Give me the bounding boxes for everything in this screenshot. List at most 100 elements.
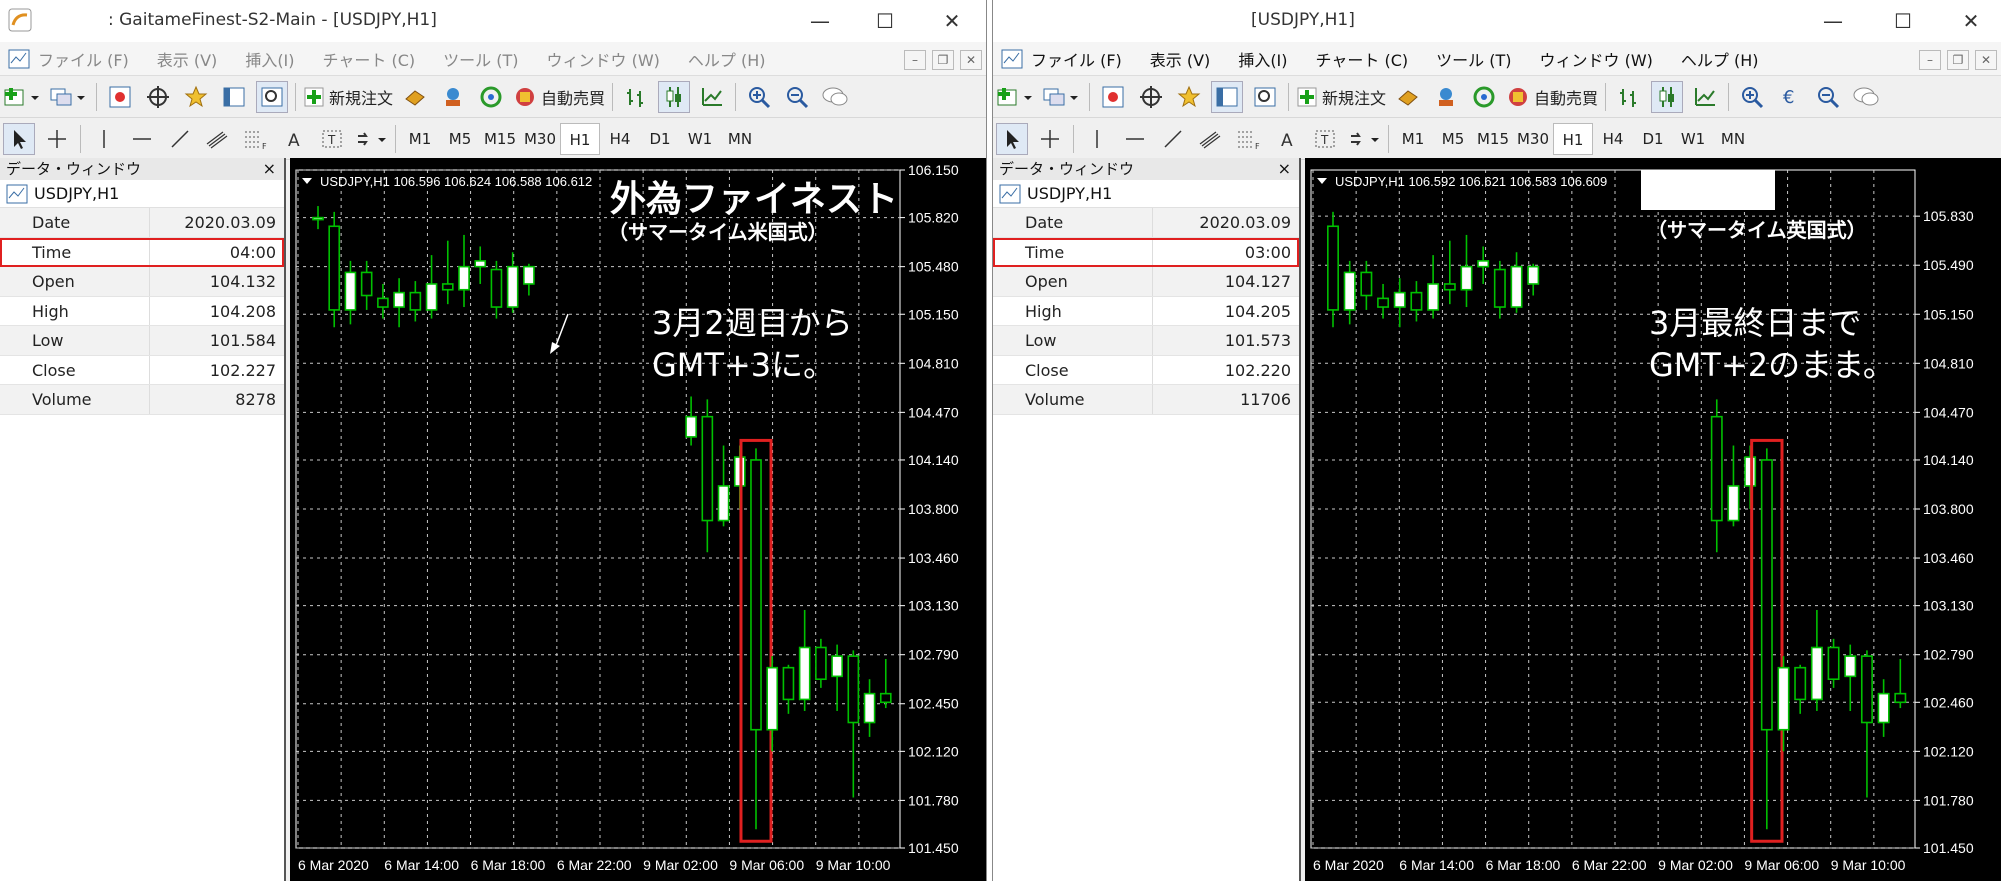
crosshair-tool-icon[interactable] — [1034, 123, 1066, 155]
channel-icon[interactable] — [202, 123, 234, 155]
timeframe-m15[interactable]: M15 — [480, 123, 520, 155]
menu-help[interactable]: ヘルプ (H) — [688, 47, 766, 71]
menu-tools[interactable]: ツール (T) — [443, 47, 518, 71]
timeframe-d1[interactable]: D1 — [640, 123, 680, 155]
data-window-close-icon[interactable]: × — [263, 158, 276, 180]
timeframe-m30[interactable]: M30 — [1513, 123, 1553, 155]
mdi-close-icon[interactable]: ✕ — [960, 50, 982, 70]
close-icon[interactable]: ✕ — [932, 4, 972, 38]
arrows-icon[interactable] — [1347, 123, 1381, 155]
minimize-icon[interactable]: — — [1813, 4, 1853, 38]
trendline-icon[interactable] — [1157, 123, 1189, 155]
timeframe-w1[interactable]: W1 — [680, 123, 720, 155]
new-order-button[interactable]: 新規注文 — [1296, 81, 1386, 113]
candle-chart-icon[interactable] — [658, 80, 691, 113]
chat-icon[interactable] — [819, 81, 851, 113]
timeframe-m15[interactable]: M15 — [1473, 123, 1513, 155]
metaeditor-icon[interactable] — [399, 81, 431, 113]
text-label-icon[interactable]: T — [316, 123, 348, 155]
fibo-icon[interactable]: F — [1233, 123, 1265, 155]
mdi-minimize-icon[interactable]: – — [1919, 50, 1941, 70]
auto-trading-button[interactable]: 自動売買 — [513, 81, 605, 113]
menu-file[interactable]: ファイル (F) — [38, 47, 129, 71]
menu-window[interactable]: ウィンドウ (W) — [546, 47, 659, 71]
crosshair-icon[interactable] — [142, 81, 174, 113]
maximize-icon[interactable]: ☐ — [865, 4, 905, 38]
tester-icon[interactable] — [256, 80, 288, 113]
title-bar[interactable]: [USDJPY,H1] — ☐ ✕ — [993, 0, 2001, 42]
trendline-icon[interactable] — [164, 123, 196, 155]
chat-icon[interactable] — [1850, 81, 1882, 113]
vps-icon[interactable] — [475, 81, 507, 113]
menu-insert[interactable]: 挿入(I) — [1238, 47, 1287, 71]
timeframe-m1[interactable]: M1 — [1393, 123, 1433, 155]
text-icon[interactable]: A — [278, 123, 310, 155]
vertical-line-icon[interactable] — [88, 123, 120, 155]
bar-chart-icon[interactable] — [1613, 81, 1645, 113]
timeframe-h4[interactable]: H4 — [600, 123, 640, 155]
timeframe-h4[interactable]: H4 — [1593, 123, 1633, 155]
timeframe-m1[interactable]: M1 — [400, 123, 440, 155]
metaeditor-icon[interactable] — [1392, 81, 1424, 113]
bar-chart-icon[interactable] — [620, 81, 652, 113]
arrows-icon[interactable] — [354, 123, 388, 155]
new-chart-button[interactable] — [3, 81, 43, 113]
menu-chart[interactable]: チャート (C) — [323, 47, 416, 71]
menu-file[interactable]: ファイル (F) — [1031, 47, 1122, 71]
menu-window[interactable]: ウィンドウ (W) — [1539, 47, 1652, 71]
line-chart-icon[interactable] — [1689, 81, 1721, 113]
new-chart-button[interactable] — [996, 81, 1036, 113]
menu-tools[interactable]: ツール (T) — [1436, 47, 1511, 71]
timeframe-w1[interactable]: W1 — [1673, 123, 1713, 155]
zoom-out-icon[interactable] — [1812, 81, 1844, 113]
zoom-out-icon[interactable] — [781, 81, 813, 113]
chart-window-icon[interactable] — [8, 49, 30, 69]
mdi-minimize-icon[interactable]: – — [904, 50, 926, 70]
menu-help[interactable]: ヘルプ (H) — [1681, 47, 1759, 71]
mdi-restore-icon[interactable]: ❐ — [932, 50, 954, 70]
close-icon[interactable]: ✕ — [1951, 4, 1991, 38]
vps-icon[interactable] — [1468, 81, 1500, 113]
candle-chart-icon[interactable] — [1651, 80, 1684, 113]
minimize-icon[interactable]: — — [800, 4, 840, 38]
vertical-line-icon[interactable] — [1081, 123, 1113, 155]
fibo-icon[interactable]: F — [240, 123, 272, 155]
timeframe-m5[interactable]: M5 — [440, 123, 480, 155]
timeframe-m30[interactable]: M30 — [520, 123, 560, 155]
menu-insert[interactable]: 挿入(I) — [245, 47, 294, 71]
mdi-close-icon[interactable]: ✕ — [1975, 50, 1997, 70]
maximize-icon[interactable]: ☐ — [1883, 4, 1923, 38]
title-bar[interactable]: : GaitameFinest-S2-Main - [USDJPY,H1] — … — [0, 0, 986, 42]
crosshair-icon[interactable] — [1135, 81, 1167, 113]
profiles-button[interactable] — [1042, 81, 1082, 113]
euro-icon[interactable]: € — [1774, 81, 1806, 113]
new-order-button[interactable]: 新規注文 — [303, 81, 393, 113]
chart-window-icon[interactable] — [1001, 49, 1023, 69]
horizontal-line-icon[interactable] — [126, 123, 158, 155]
timeframe-mn[interactable]: MN — [720, 123, 760, 155]
menu-chart[interactable]: チャート (C) — [1316, 47, 1409, 71]
menu-view[interactable]: 表示 (V) — [157, 47, 218, 71]
chart-area[interactable]: 105.830 105.490 105.150 104.810 104.470 104.1… — [1305, 158, 2001, 881]
crosshair-tool-icon[interactable] — [41, 123, 73, 155]
channel-icon[interactable] — [1195, 123, 1227, 155]
text-icon[interactable]: A — [1271, 123, 1303, 155]
navigator-star-icon[interactable] — [1173, 81, 1205, 113]
profiles-button[interactable] — [49, 81, 89, 113]
auto-trading-button[interactable]: 自動売買 — [1506, 81, 1598, 113]
text-label-icon[interactable]: T — [1309, 123, 1341, 155]
market-watch-icon[interactable] — [1097, 81, 1129, 113]
zoom-in-icon[interactable] — [1736, 81, 1768, 113]
data-window-close-icon[interactable]: × — [1278, 158, 1291, 180]
mdi-restore-icon[interactable]: ❐ — [1947, 50, 1969, 70]
timeframe-h1[interactable]: H1 — [1553, 122, 1593, 155]
timeframe-mn[interactable]: MN — [1713, 123, 1753, 155]
zoom-in-icon[interactable] — [743, 81, 775, 113]
market-watch-icon[interactable] — [104, 81, 136, 113]
cursor-icon[interactable] — [3, 122, 35, 155]
timeframe-d1[interactable]: D1 — [1633, 123, 1673, 155]
signals-icon[interactable] — [437, 81, 469, 113]
menu-view[interactable]: 表示 (V) — [1150, 47, 1211, 71]
horizontal-line-icon[interactable] — [1119, 123, 1151, 155]
navigator-star-icon[interactable] — [180, 81, 212, 113]
